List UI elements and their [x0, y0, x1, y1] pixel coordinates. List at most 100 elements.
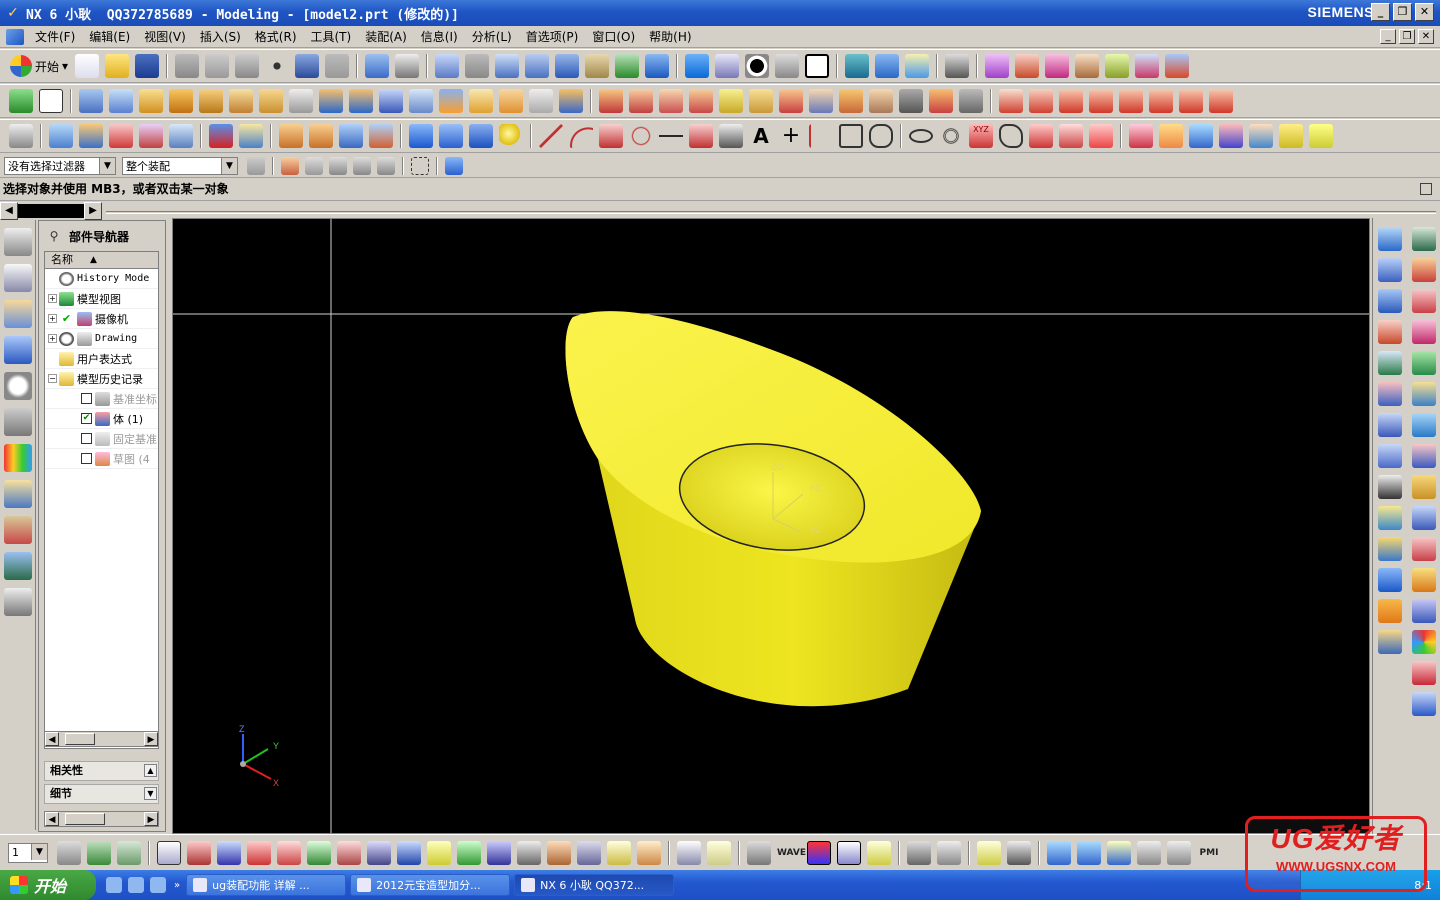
surface-tool-icon[interactable] — [985, 54, 1010, 78]
reuse-library-icon[interactable] — [4, 336, 32, 364]
mirror-face-icon[interactable] — [839, 89, 863, 113]
chamfer-curve-icon[interactable] — [1179, 89, 1203, 113]
styled-corner-icon[interactable] — [1412, 320, 1436, 344]
assembly-navigator-icon[interactable] — [4, 228, 32, 256]
doc-restore-button[interactable]: ❐ — [1399, 29, 1415, 44]
edit-curve-icon[interactable] — [1309, 124, 1333, 148]
isoparametric-icon[interactable] — [1159, 124, 1183, 148]
shaded-view-icon[interactable] — [685, 54, 710, 78]
expand-icon[interactable]: + — [48, 314, 57, 323]
pan-icon[interactable] — [585, 54, 610, 78]
text-icon[interactable]: A — [749, 124, 773, 148]
visibility-checkbox[interactable] — [81, 433, 92, 444]
menu-information[interactable]: 信息(I) — [414, 26, 465, 47]
tree-node-sketch[interactable]: 草图 (4 — [45, 449, 158, 469]
datum-plane-icon[interactable] — [39, 89, 63, 113]
thicken-icon[interactable] — [1378, 506, 1402, 530]
blend-tool-icon[interactable] — [1075, 54, 1100, 78]
visibility-checkbox[interactable]: ✔ — [81, 413, 92, 424]
tree-node-history-mode[interactable]: History Mode — [45, 269, 158, 289]
desktop-icon[interactable] — [128, 877, 144, 893]
helix-icon[interactable] — [939, 124, 963, 148]
x-form-icon[interactable] — [1412, 475, 1436, 499]
studio-surface-icon[interactable] — [1412, 227, 1436, 251]
task-ug-assembly-doc[interactable]: ug装配功能 详解 ... — [186, 874, 347, 896]
set-wcs-icon[interactable] — [307, 840, 331, 865]
wrap-icon[interactable] — [109, 124, 133, 148]
repeat-command-icon[interactable] — [365, 54, 390, 78]
expand-icon[interactable]: + — [48, 294, 57, 303]
visual-effects-icon[interactable] — [4, 444, 32, 472]
orient-wcs-bottom-icon[interactable] — [247, 840, 271, 865]
process-studio-icon[interactable] — [4, 480, 32, 508]
rotate-icon[interactable] — [555, 54, 580, 78]
tree-node-datum-csys[interactable]: 基准坐标 — [45, 389, 158, 409]
section-curve-icon[interactable] — [1089, 124, 1113, 148]
curve-rule-icon[interactable] — [305, 156, 323, 175]
wave-label[interactable]: WAVE — [777, 841, 806, 865]
divide-curve-icon[interactable] — [1089, 89, 1113, 113]
shell-icon[interactable] — [229, 89, 253, 113]
n-sided-icon[interactable] — [1378, 351, 1402, 375]
constrain-face-icon[interactable] — [869, 89, 893, 113]
rectangle-icon[interactable] — [839, 124, 863, 148]
pin-icon[interactable]: ⚲ — [47, 229, 61, 243]
start-button[interactable]: 开始 ▾ — [6, 55, 72, 77]
composite-curve-icon[interactable] — [1189, 124, 1213, 148]
quick-launch-chevron-icon[interactable]: » — [174, 880, 180, 891]
select-all-icon[interactable] — [445, 156, 463, 175]
point-set-icon[interactable]: + — [779, 124, 803, 148]
move-object-icon[interactable] — [487, 840, 511, 865]
body-rule-icon[interactable] — [353, 156, 371, 175]
trimmed-sheet-icon[interactable] — [1378, 568, 1402, 592]
blob-icon[interactable] — [999, 124, 1023, 148]
change-yc-icon[interactable] — [367, 840, 391, 865]
filter-icon[interactable] — [247, 156, 265, 175]
menu-format[interactable]: 格式(R) — [248, 26, 304, 47]
display-wcs-icon[interactable] — [397, 840, 421, 865]
tree-node-model-views[interactable]: + 模型视图 — [45, 289, 158, 309]
studio-spline-icon[interactable] — [689, 124, 713, 148]
type-filter-dropdown[interactable]: 没有选择过滤器 ▼ — [4, 156, 116, 175]
face-analysis-icon[interactable] — [775, 54, 800, 78]
menu-window[interactable]: 窗口(O) — [585, 26, 642, 47]
parameters-icon[interactable] — [937, 840, 961, 865]
scroll-right-icon[interactable]: ▶ — [144, 812, 158, 826]
project-curve-icon[interactable] — [1029, 124, 1053, 148]
orient-wcs-icon[interactable] — [1412, 692, 1436, 716]
delete-icon[interactable] — [265, 54, 290, 78]
copy-face-icon[interactable] — [779, 89, 803, 113]
pull-face-icon[interactable] — [629, 89, 653, 113]
trim-body-icon[interactable] — [439, 89, 463, 113]
pattern-icon[interactable] — [319, 89, 343, 113]
styled-blend-icon[interactable] — [1412, 289, 1436, 313]
menu-preferences[interactable]: 首选项(P) — [519, 26, 586, 47]
palette-icon[interactable] — [4, 552, 32, 580]
change-degree-icon[interactable] — [1412, 599, 1436, 623]
mirror-tool-icon[interactable] — [1165, 54, 1190, 78]
match-edge-icon[interactable] — [1412, 537, 1436, 561]
open-icon[interactable] — [105, 54, 130, 78]
trim-curve-icon[interactable] — [1059, 89, 1083, 113]
graphics-window[interactable]: ZC YC XC Z Y X — [172, 218, 1370, 834]
document-icon[interactable] — [6, 28, 24, 45]
assembly-explode-icon[interactable] — [1137, 840, 1161, 865]
close-button[interactable]: ✕ — [1415, 3, 1434, 21]
revolve-icon[interactable] — [109, 89, 133, 113]
curve-fit-icon[interactable] — [999, 89, 1023, 113]
scale-curve-icon[interactable] — [1249, 124, 1273, 148]
replace-face-icon[interactable] — [689, 89, 713, 113]
replace-view-icon[interactable] — [875, 54, 900, 78]
bridge-surface-icon[interactable] — [1412, 413, 1436, 437]
wave-interpart-icon[interactable] — [807, 840, 831, 865]
command-finder-icon[interactable] — [395, 54, 420, 78]
styled-sweep-icon[interactable] — [1412, 258, 1436, 282]
history-icon[interactable] — [4, 372, 32, 400]
inspect-icon[interactable] — [907, 840, 931, 865]
through-curves-icon[interactable] — [1378, 227, 1402, 251]
pad-icon[interactable] — [369, 124, 393, 148]
orient-view-icon[interactable] — [615, 54, 640, 78]
patch-icon[interactable] — [139, 124, 163, 148]
cone-icon[interactable] — [469, 124, 493, 148]
key-icon[interactable] — [977, 840, 1001, 865]
